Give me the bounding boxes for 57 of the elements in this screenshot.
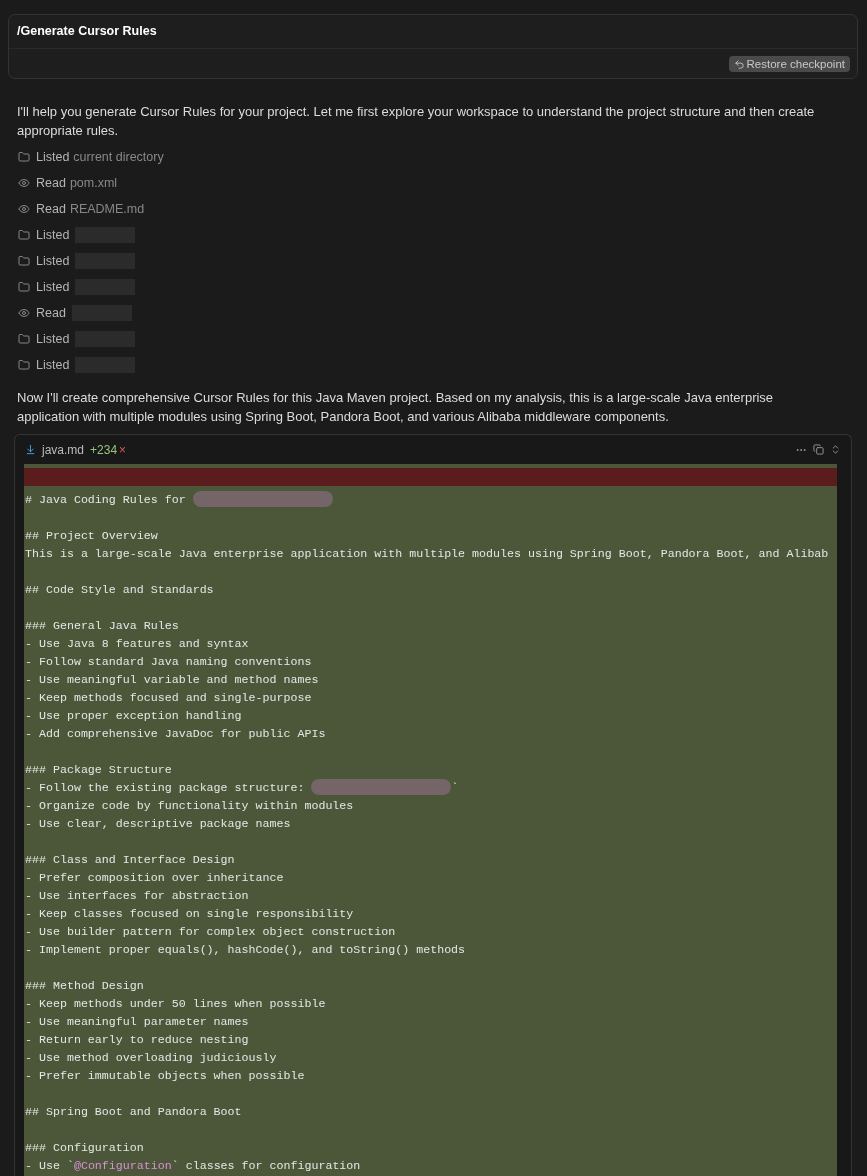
step-text[interactable]: Read README.md bbox=[36, 202, 145, 216]
step-text[interactable]: Listed bbox=[36, 280, 70, 294]
code-line: - Add comprehensive JavaDoc for public APIs bbox=[24, 725, 327, 742]
folder-icon bbox=[18, 359, 30, 371]
reject-button[interactable]: × bbox=[119, 442, 127, 457]
folder-icon bbox=[18, 255, 30, 267]
assistant-message: I'll help you generate Cursor Rules for your project. Let me first explore your workspace to understand the project structure and then create appropriate rules. bbox=[17, 103, 816, 140]
code-line: - Keep methods focused and single-purpose bbox=[24, 689, 313, 706]
code-line: - Use builder pattern for complex object construction bbox=[24, 923, 397, 940]
undo-icon bbox=[733, 58, 745, 70]
code-line: - Use method overloading judiciously bbox=[24, 1049, 278, 1066]
restore-checkpoint-button[interactable]: Restore checkpoint bbox=[728, 56, 850, 72]
file-name[interactable]: java.md bbox=[42, 442, 85, 457]
step-text[interactable]: Read bbox=[36, 306, 66, 320]
code-line: - Keep classes focused on single responsibility bbox=[24, 905, 355, 922]
eye-icon bbox=[18, 177, 30, 189]
step-text[interactable]: Read pom.xml bbox=[36, 176, 118, 190]
code-line: ### Configuration bbox=[24, 1139, 145, 1156]
folder-icon bbox=[18, 333, 30, 345]
code-line: - Use Java 8 features and syntax bbox=[24, 635, 250, 652]
folder-icon bbox=[18, 151, 30, 163]
code-line: - Use meaningful variable and method names bbox=[24, 671, 320, 688]
code-line: - Prefer immutable objects when possible bbox=[24, 1067, 306, 1084]
code-line: - Use clear, descriptive package names bbox=[24, 815, 292, 832]
eye-icon bbox=[18, 307, 30, 319]
expand-icon[interactable] bbox=[830, 444, 841, 455]
code-line: ### Class and Interface Design bbox=[24, 851, 236, 868]
eye-icon bbox=[18, 203, 30, 215]
step-text[interactable]: Listed bbox=[36, 358, 70, 372]
prompt-text: /Generate Cursor Rules bbox=[9, 15, 857, 49]
code-line: ## Code Style and Standards bbox=[24, 581, 215, 598]
step-text[interactable]: Listed current directory bbox=[36, 150, 164, 164]
code-line: - Use proper exception handling bbox=[24, 707, 243, 724]
added-count: +234 bbox=[90, 442, 118, 457]
code-line: - Use interfaces for abstraction bbox=[24, 887, 250, 904]
code-line: - Return early to reduce nesting bbox=[24, 1031, 250, 1048]
folder-icon bbox=[18, 281, 30, 293]
code-line: - Keep methods under 50 lines when possible bbox=[24, 995, 327, 1012]
code-line: - Follow standard Java naming conventions bbox=[24, 653, 313, 670]
step-text[interactable]: Listed bbox=[36, 254, 70, 268]
code-line: ### Package Structure bbox=[24, 761, 173, 778]
step-text[interactable]: Listed bbox=[36, 228, 70, 242]
code-line: ## Project Overview bbox=[24, 527, 159, 544]
code-line: This is a large-scale Java enterprise application with multiple modules using Spring Boot, Pandora Boot, and Alibab bbox=[24, 545, 830, 562]
code-editor: # Java Coding Rules for ## Project Overview This is a large-scale Java enterprise application with multiple modules using Spring Boot, Pandora Boot, and Alibab ## Code Style and Standards ### General Java Rules - Use Java 8 features and syntax - Follow standard Java naming conventions - Use meaningful variable and method names - Keep methods focused and single-purpose - Use proper exception handling - Add comprehensive JavaDoc for public APIs ### Package Structure - Follow the existing package structure: ` - Organize code by functionality within modules - Use clear, descriptive package names ### Class and Interface Design - Prefer composition over inheritance - Use interfaces for abstraction - Keep classes focused on single responsibility - Use builder pattern for complex object construction - Implement proper equals(), hashCode(), and toString() methods ### Method Design - Keep methods under 50 lines when possible - Use meaningful parameter names - Return early to reduce nesting - Use method overloading judiciously - Prefer immutable objects when possible ## Spring Boot and Pandora Boot ### Configuration - Use `@Configuration` classes for configuration bbox=[24, 464, 837, 1176]
code-line: - Use meaningful parameter names bbox=[24, 1013, 250, 1030]
code-line: - Prefer composition over inheritance bbox=[24, 869, 285, 886]
assistant-message: Now I'll create comprehensive Cursor Rules for this Java Maven project. Based on my analysis, this is a large-scale Java enterprise application with multiple modules using Spring Boot, Pandora Boot, and various Alibaba middleware components. bbox=[17, 389, 775, 426]
code-line: - Organize code by functionality within modules bbox=[24, 797, 355, 814]
download-icon bbox=[25, 444, 36, 455]
code-line: - Implement proper equals(), hashCode(), and toString() methods bbox=[24, 941, 467, 958]
code-line: ## Spring Boot and Pandora Boot bbox=[24, 1103, 243, 1120]
code-line: ### Method Design bbox=[24, 977, 145, 994]
step-text[interactable]: Listed bbox=[36, 332, 70, 346]
folder-icon bbox=[18, 229, 30, 241]
copy-icon[interactable] bbox=[813, 444, 824, 455]
code-line: ### General Java Rules bbox=[24, 617, 180, 634]
